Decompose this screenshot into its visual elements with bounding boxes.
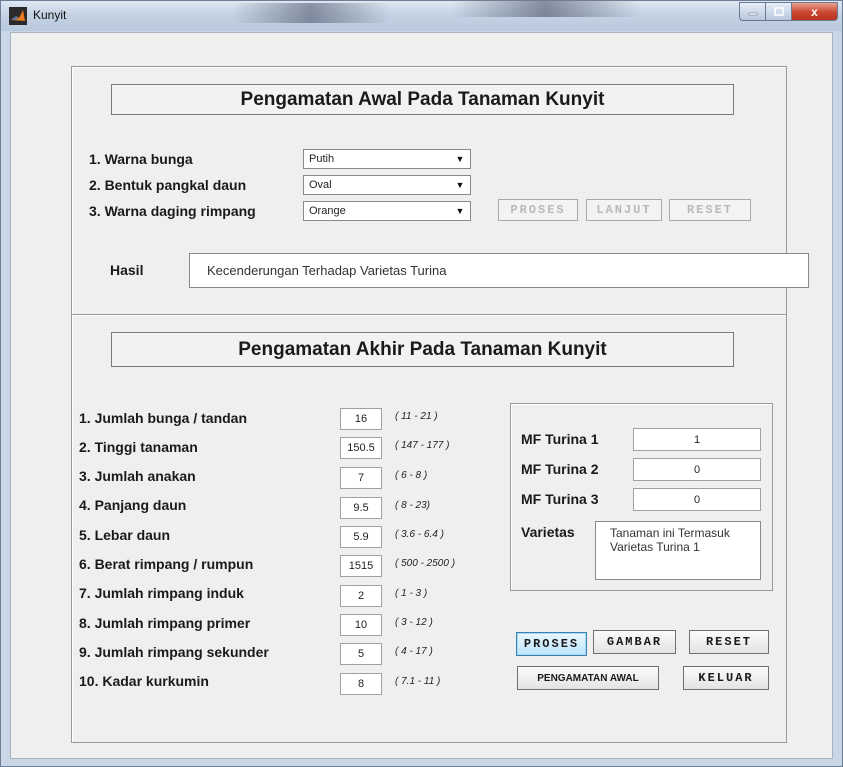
akhir-panel: Pengamatan Akhir Pada Tanaman Kunyit 1. …: [71, 314, 787, 743]
warna-bunga-select[interactable]: Putih ▼: [303, 149, 471, 169]
range-hint: ( 147 - 177 ): [395, 440, 450, 451]
matlab-logo-icon: [9, 7, 27, 25]
keluar-button[interactable]: KELUAR: [683, 666, 769, 690]
lebar-daun-input[interactable]: 5.9: [340, 526, 382, 548]
hasil-label: Hasil: [110, 262, 144, 278]
maximize-button[interactable]: [766, 2, 792, 21]
row-label: 9. Jumlah rimpang sekunder: [79, 644, 269, 660]
berat-rimpang-input[interactable]: 1515: [340, 555, 382, 577]
hasil-value: Kecenderungan Terhadap Varietas Turina: [207, 263, 447, 278]
range-hint: ( 500 - 2500 ): [395, 558, 456, 569]
row-label: 3. Jumlah anakan: [79, 468, 196, 484]
awal-panel: Pengamatan Awal Pada Tanaman Kunyit 1. W…: [71, 66, 809, 316]
varietas-output: Tanaman ini Termasuk Varietas Turina 1: [595, 521, 761, 580]
dropdown-arrow-icon: ▼: [455, 154, 465, 164]
awal-lanjut-button[interactable]: LANJUT: [586, 199, 662, 221]
row-label: 10. Kadar kurkumin: [79, 673, 209, 689]
close-icon: x: [811, 4, 818, 19]
close-button[interactable]: x: [792, 2, 838, 21]
pengamatan-awal-button[interactable]: PENGAMATAN AWAL: [517, 666, 659, 690]
akhir-title: Pengamatan Akhir Pada Tanaman Kunyit: [111, 332, 734, 367]
title-bar[interactable]: Kunyit x: [1, 1, 842, 31]
row-label: 7. Jumlah rimpang induk: [79, 585, 244, 601]
awal-reset-button[interactable]: RESET: [669, 199, 751, 221]
mf-turina-2-label: MF Turina 2: [521, 461, 599, 477]
row-label: 2. Tinggi tanaman: [79, 439, 198, 455]
minimize-icon: [748, 12, 757, 15]
app-window: Kunyit x Pengamatan Awal Pada Tanaman Ku…: [0, 0, 843, 767]
mf-turina-1-output: 1: [633, 428, 761, 451]
mf-group: MF Turina 1 1 MF Turina 2 0 MF Turina 3 …: [510, 403, 773, 591]
bentuk-pangkal-label: 2. Bentuk pangkal daun: [89, 177, 247, 193]
varietas-label: Varietas: [521, 524, 575, 540]
warna-bunga-label: 1. Warna bunga: [89, 151, 193, 167]
bentuk-pangkal-select[interactable]: Oval ▼: [303, 175, 471, 195]
row-label: 5. Lebar daun: [79, 527, 171, 543]
jumlah-anakan-input[interactable]: 7: [340, 467, 382, 489]
range-hint: ( 1 - 3 ): [395, 588, 428, 599]
range-hint: ( 8 - 23): [395, 500, 431, 511]
panjang-daun-input[interactable]: 9.5: [340, 497, 382, 519]
kadar-kurkumin-input[interactable]: 8: [340, 673, 382, 695]
akhir-proses-button[interactable]: PROSES: [516, 632, 587, 656]
dropdown-arrow-icon: ▼: [455, 180, 465, 190]
window-controls: x: [739, 2, 838, 21]
warna-daging-label: 3. Warna daging rimpang: [89, 203, 256, 219]
rimpang-primer-input[interactable]: 10: [340, 614, 382, 636]
window-title: Kunyit: [33, 8, 67, 22]
mf-turina-2-output: 0: [633, 458, 761, 481]
title-bar-shade: [231, 3, 391, 23]
title-bar-shade: [451, 1, 641, 17]
row-label: 6. Berat rimpang / rumpun: [79, 556, 254, 572]
range-hint: ( 6 - 8 ): [395, 470, 428, 481]
warna-daging-value: Orange: [309, 205, 346, 217]
mf-turina-3-label: MF Turina 3: [521, 491, 599, 507]
mf-turina-3-output: 0: [633, 488, 761, 511]
warna-bunga-value: Putih: [309, 153, 335, 165]
bentuk-pangkal-value: Oval: [309, 179, 332, 191]
range-hint: ( 11 - 21 ): [395, 411, 438, 422]
awal-proses-button[interactable]: PROSES: [498, 199, 578, 221]
tinggi-tanaman-input[interactable]: 150.5: [340, 437, 382, 459]
minimize-button[interactable]: [739, 2, 766, 21]
jumlah-bunga-input[interactable]: 16: [340, 408, 382, 430]
rimpang-sekunder-input[interactable]: 5: [340, 643, 382, 665]
akhir-reset-button[interactable]: RESET: [689, 630, 769, 654]
range-hint: ( 7.1 - 11 ): [395, 676, 441, 687]
maximize-icon: [773, 7, 784, 16]
hasil-output: Kecenderungan Terhadap Varietas Turina: [189, 253, 809, 288]
range-hint: ( 3 - 12 ): [395, 617, 433, 628]
row-label: 4. Panjang daun: [79, 497, 187, 513]
client-area: Pengamatan Awal Pada Tanaman Kunyit 1. W…: [10, 32, 833, 759]
mf-turina-1-label: MF Turina 1: [521, 431, 599, 447]
row-label: 8. Jumlah rimpang primer: [79, 615, 251, 631]
rimpang-induk-input[interactable]: 2: [340, 585, 382, 607]
dropdown-arrow-icon: ▼: [455, 206, 465, 216]
range-hint: ( 4 - 17 ): [395, 646, 433, 657]
range-hint: ( 3.6 - 6.4 ): [395, 529, 444, 540]
warna-daging-select[interactable]: Orange ▼: [303, 201, 471, 221]
awal-title: Pengamatan Awal Pada Tanaman Kunyit: [111, 84, 734, 115]
gambar-button[interactable]: GAMBAR: [593, 630, 676, 654]
row-label: 1. Jumlah bunga / tandan: [79, 410, 248, 426]
